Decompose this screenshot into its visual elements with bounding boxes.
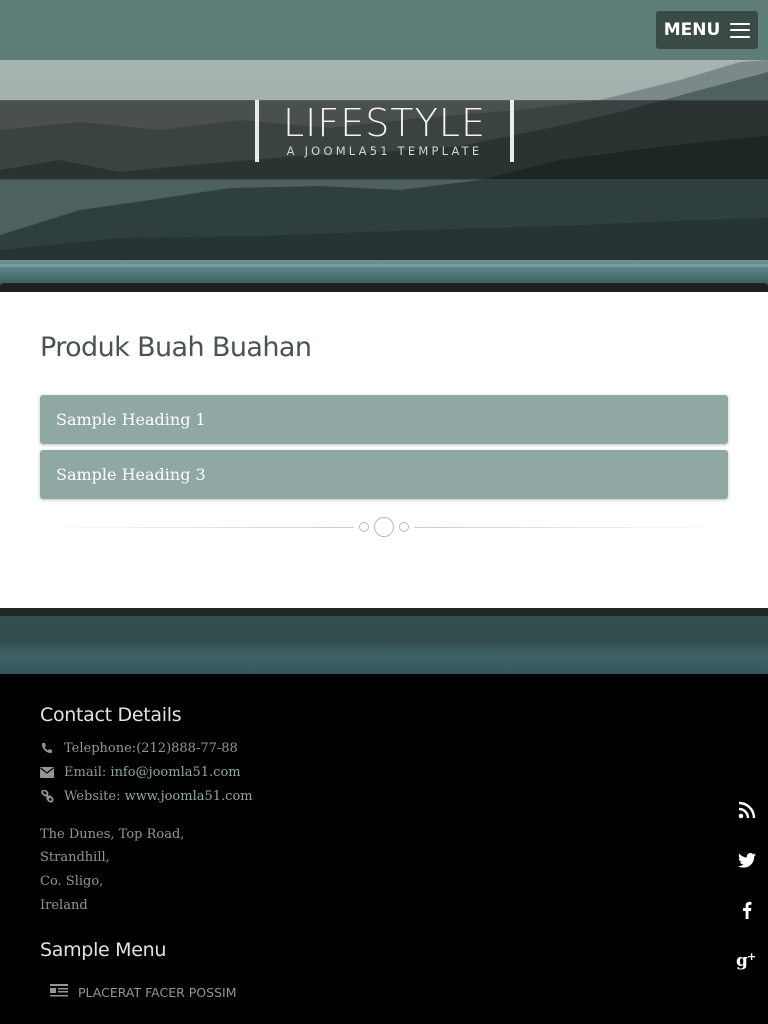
contact-value: (212)888-77-88 [136,740,238,756]
facebook-icon[interactable] [736,899,758,921]
phone-icon [40,741,54,755]
page-title: Produk Buah Buahan [40,332,312,363]
footer-menu-item-label: PLACERAT FACER POSSIM [78,985,237,1000]
address-line: Strandhill, [40,850,110,865]
address-line: Ireland [40,898,88,913]
contact-email: Email: info@joomla51.com [40,763,241,781]
website-link[interactable]: www.joomla51.com [125,789,253,804]
hero-bottom-edge [0,283,768,292]
footer: Contact Details Telephone:(212)888-77-88… [0,674,768,1024]
site-tagline: A JOOMLA51 TEMPLATE [286,144,483,158]
content-bottom-edge [0,608,768,616]
site-logo[interactable]: LIFESTYLE A JOOMLA51 TEMPLATE [255,100,514,162]
envelope-icon [40,765,54,779]
accordion-heading-label: Sample Heading 1 [56,410,206,429]
accordion-heading[interactable]: Sample Heading 1 [40,395,728,444]
contact-website: Website: www.joomla51.com [40,787,253,805]
email-link[interactable]: info@joomla51.com [110,765,240,780]
link-icon [40,789,54,803]
accordion-heading[interactable]: Sample Heading 3 [40,450,728,499]
lake-background-strip [0,616,768,674]
contact-heading: Contact Details [40,704,182,726]
ornament-divider [40,516,728,538]
address-line: The Dunes, Top Road, [40,827,185,842]
contact-label: Telephone: [64,740,137,756]
menu-button[interactable]: MENU [656,11,758,49]
hamburger-icon [730,22,751,38]
address-line: Co. Sligo, [40,874,104,889]
footer-menu-item[interactable]: PLACERAT FACER POSSIM [50,984,237,1001]
hero-banner: LIFESTYLE A JOOMLA51 TEMPLATE [0,60,768,292]
svg-text:+: + [747,950,756,963]
main-content: Produk Buah Buahan Sample Heading 1 Samp… [0,292,768,608]
twitter-icon[interactable] [736,849,758,871]
accordion-heading-label: Sample Heading 3 [56,465,206,484]
rss-icon[interactable] [736,799,758,821]
google-plus-icon[interactable]: g + [736,949,758,971]
contact-label: Email: [64,764,107,780]
article-list-icon [50,984,68,1001]
contact-telephone: Telephone:(212)888-77-88 [40,739,238,757]
menu-button-label: MENU [663,20,721,40]
top-bar: MENU [0,0,768,60]
contact-label: Website: [64,788,121,804]
sample-menu-heading: Sample Menu [40,939,167,961]
site-title: LIFESTYLE [283,101,486,145]
